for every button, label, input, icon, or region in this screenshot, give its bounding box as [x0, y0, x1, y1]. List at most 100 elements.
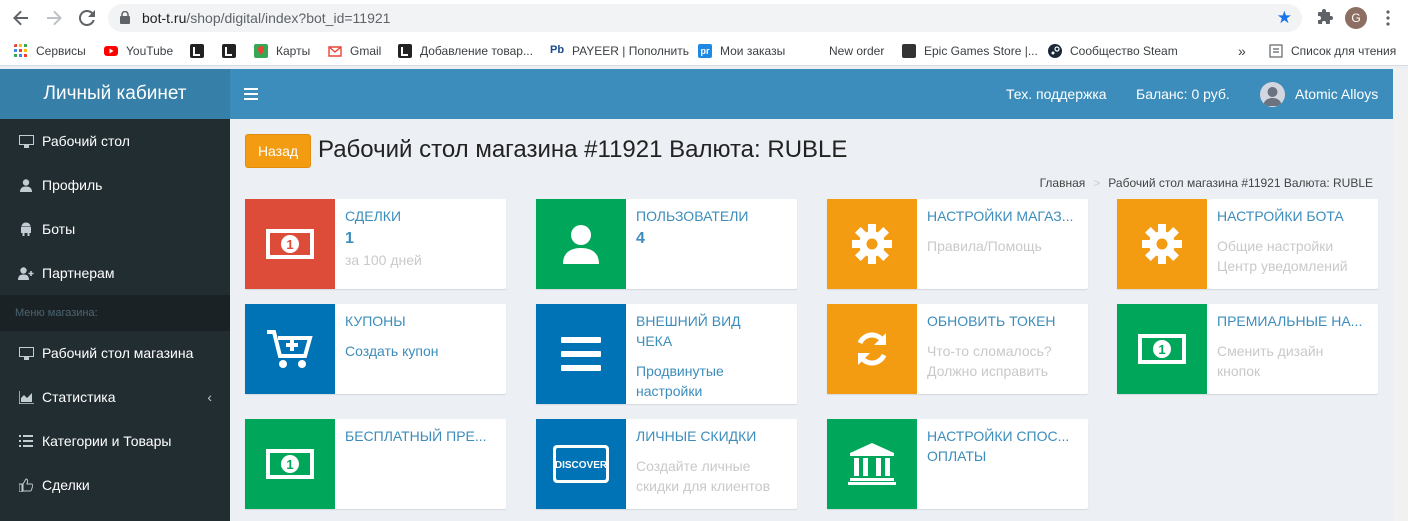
box-title-line2: ОПЛАТЫ — [927, 448, 987, 464]
info-box-deals[interactable]: 1 СДЕЛКИ 1 за 100 дней — [245, 199, 506, 289]
pr-icon: pr — [698, 44, 712, 58]
sidebar-item-shop-desktop[interactable]: Рабочий стол магазина — [0, 331, 230, 375]
support-link[interactable]: Тех. поддержка — [1006, 86, 1107, 102]
gear-icon — [827, 199, 917, 289]
lock-icon — [120, 11, 130, 24]
sidebar-logo[interactable]: Личный кабинет — [0, 69, 230, 119]
extensions-icon[interactable] — [1316, 8, 1334, 31]
bookmark-payeer[interactable]: Pb PAYEER | Пополнить — [550, 42, 689, 60]
user-icon — [18, 178, 34, 192]
box-title: НАСТРОЙКИ СПОС... — [927, 428, 1070, 444]
box-title: СДЕЛКИ — [345, 208, 402, 224]
profile-avatar[interactable]: G — [1345, 7, 1367, 29]
box-title: ПРЕМИАЛЬНЫЕ НА... — [1217, 313, 1363, 329]
sidebar-item-profile[interactable]: Профиль — [0, 163, 230, 207]
info-box-coupons[interactable]: КУПОНЫ Создать купон — [245, 304, 506, 394]
bookmark-l2[interactable] — [222, 42, 244, 60]
user-avatar[interactable] — [1260, 82, 1285, 107]
box-title: КУПОНЫ — [345, 313, 406, 329]
main-content: Назад Рабочий стол магазина #11921 Валют… — [230, 119, 1393, 521]
l-logo-icon — [222, 44, 236, 58]
box-number: 1 — [345, 230, 354, 247]
box-title: ОБНОВИТЬ ТОКЕН — [927, 313, 1056, 329]
info-box-bot-settings[interactable]: НАСТРОЙКИ БОТА Общие настройки Центр уве… — [1117, 199, 1378, 289]
box-sub: кнопок — [1217, 363, 1261, 379]
info-box-receipt-view[interactable]: ВНЕШНИЙ ВИД ЧЕКА Продвинутые настройки — [536, 304, 797, 404]
sidebar-item-categories[interactable]: Категории и Товары — [0, 419, 230, 463]
money-icon: 1 — [1117, 304, 1207, 394]
box-number: 4 — [636, 230, 645, 247]
reload-icon[interactable] — [76, 7, 98, 29]
money-icon: 1 — [245, 419, 335, 509]
user-icon — [536, 199, 626, 289]
box-title: ВНЕШНИЙ ВИД ЧЕКА — [636, 313, 741, 349]
info-box-shop-settings[interactable]: НАСТРОЙКИ МАГАЗ... Правила/Помощь — [827, 199, 1088, 289]
sidebar-item-bots[interactable]: Боты — [0, 207, 230, 251]
bookmark-maps[interactable]: Карты — [254, 42, 310, 60]
sidebar-item-partners[interactable]: Партнерам — [0, 251, 230, 295]
bookmark-services[interactable]: Сервисы — [14, 42, 86, 60]
page-title: Рабочий стол магазина #11921 Валюта: RUB… — [318, 136, 848, 163]
bookmarks-more[interactable]: » — [1238, 42, 1246, 60]
l-logo-icon — [398, 44, 412, 58]
box-sub: Центр уведомлений — [1217, 258, 1348, 274]
svg-text:1: 1 — [286, 237, 293, 252]
create-coupon-link[interactable]: Создать купон — [345, 341, 495, 361]
back-arrow-icon[interactable] — [10, 7, 32, 29]
sidebar-item-deals[interactable]: Сделки — [0, 463, 230, 507]
box-sub: Общие настройки — [1217, 238, 1334, 254]
info-box-premium[interactable]: 1 ПРЕМИАЛЬНЫЕ НА... Сменить дизайн кнопо… — [1117, 304, 1378, 394]
info-box-personal-discounts[interactable]: DISCOVER ЛИЧНЫЕ СКИДКИ Создайте личные с… — [536, 419, 797, 509]
maps-icon — [254, 44, 268, 58]
bookmark-epic-games[interactable]: Epic Games Store |... — [902, 42, 1038, 60]
bookmark-l1[interactable] — [190, 42, 212, 60]
box-sub: Что-то сломалось? — [927, 343, 1052, 359]
user-name[interactable]: Atomic Alloys — [1295, 86, 1378, 102]
box-sub: скидки для клиентов — [636, 478, 771, 494]
menu-kebab-icon[interactable] — [1386, 10, 1390, 31]
epic-games-icon — [902, 44, 916, 58]
box-title: БЕСПЛАТНЫЙ ПРЕ... — [345, 428, 487, 444]
chevron-left-icon: ‹ — [207, 389, 212, 405]
info-box-free-premium[interactable]: 1 БЕСПЛАТНЫЙ ПРЕ... — [245, 419, 506, 509]
box-sub[interactable]: настройки — [636, 381, 786, 401]
address-bar[interactable]: bot-t.ru/shop/digital/index?bot_id=11921… — [108, 4, 1302, 32]
info-box-users[interactable]: ПОЛЬЗОВАТЕЛИ 4 — [536, 199, 797, 289]
url-path: /shop/digital/index?bot_id=11921 — [186, 10, 391, 26]
bookmark-gmail[interactable]: Gmail — [328, 42, 381, 60]
sidebar-item-desktop[interactable]: Рабочий стол — [0, 119, 230, 163]
bookmark-my-orders[interactable]: pr Мои заказы — [698, 42, 785, 60]
bookmarks-bar: Сервисы YouTube Карты Gmail Добавление т… — [0, 36, 1408, 66]
info-box-refresh-token[interactable]: ОБНОВИТЬ ТОКЕН Что-то сломалось? Должно … — [827, 304, 1088, 394]
forward-arrow-icon[interactable] — [43, 7, 65, 29]
sidebar-item-statistics[interactable]: Статистика ‹ — [0, 375, 230, 419]
box-sub: Правила/Помощь — [927, 238, 1042, 254]
info-box-payment-settings[interactable]: НАСТРОЙКИ СПОС... ОПЛАТЫ — [827, 419, 1088, 509]
top-navbar: Тех. поддержка Баланс: 0 руб. Atomic All… — [230, 69, 1393, 119]
list-icon — [536, 304, 626, 404]
breadcrumb: Главная > Рабочий стол магазина #11921 Вал… — [1039, 176, 1373, 190]
box-title: НАСТРОЙКИ МАГАЗ... — [927, 208, 1074, 224]
reading-list[interactable]: Список для чтения — [1269, 42, 1396, 60]
box-sub: Создайте личные — [636, 458, 751, 474]
back-button[interactable]: Назад — [245, 134, 311, 168]
hamburger-menu-icon[interactable] — [244, 84, 258, 105]
steam-icon — [1048, 44, 1062, 58]
box-sub[interactable]: Продвинутые — [636, 361, 786, 381]
app: Личный кабинет Рабочий стол Профиль Боты… — [0, 69, 1408, 521]
bank-icon — [827, 419, 917, 509]
bookmark-new-order[interactable]: New order — [829, 42, 884, 60]
breadcrumb-home[interactable]: Главная — [1040, 176, 1086, 190]
bookmark-add-product[interactable]: Добавление товар... — [398, 42, 533, 60]
bookmark-star-icon[interactable]: ★ — [1277, 8, 1292, 28]
bookmark-steam[interactable]: Сообщество Steam — [1048, 42, 1178, 60]
balance-link[interactable]: Баланс: 0 руб. — [1136, 86, 1230, 102]
sidebar-shop-header: Меню магазина: — [0, 295, 230, 331]
refresh-icon — [827, 304, 917, 394]
list-icon — [18, 435, 34, 447]
bookmark-youtube[interactable]: YouTube — [104, 42, 173, 60]
scrollbar[interactable] — [1393, 69, 1408, 521]
svg-text:1: 1 — [286, 457, 293, 472]
money-icon: 1 — [245, 199, 335, 289]
browser-toolbar: bot-t.ru/shop/digital/index?bot_id=11921… — [0, 0, 1408, 36]
